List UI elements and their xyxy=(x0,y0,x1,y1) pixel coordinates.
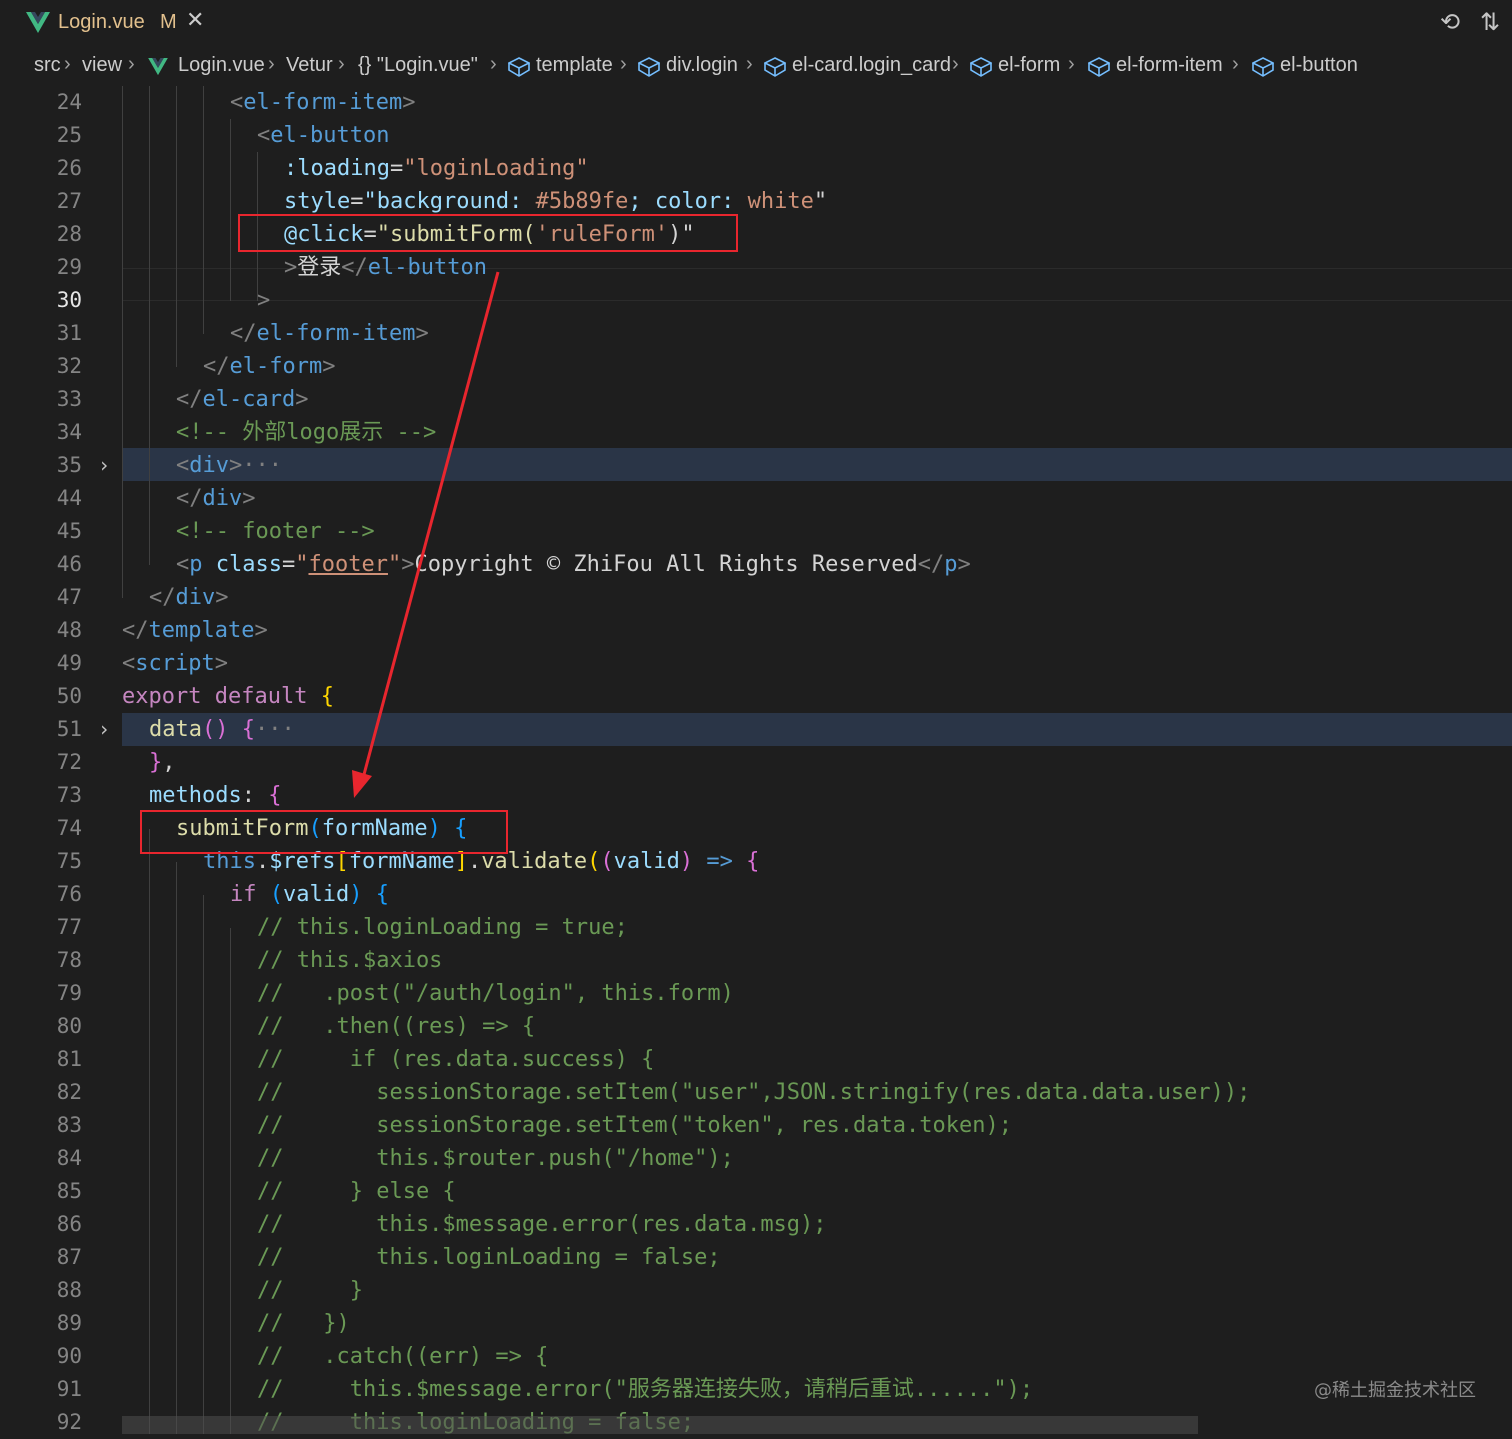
element-cube-icon xyxy=(1252,57,1274,77)
breadcrumb-vetur[interactable]: Vetur xyxy=(286,54,333,77)
breadcrumb-el-card[interactable]: el-card.login_card xyxy=(792,54,951,77)
code-editor[interactable]: 24 25 26 27 28 29 30 31 32 33 34 35 44 45 46 47 48 49 50 51… xyxy=(0,86,1512,1435)
horizontal-scrollbar[interactable] xyxy=(122,1416,1198,1434)
breadcrumb-template[interactable]: template xyxy=(536,54,613,77)
annotation-arrow xyxy=(352,271,500,798)
element-cube-icon xyxy=(1088,57,1110,77)
breadcrumb-el-button[interactable]: el-button xyxy=(1280,54,1358,77)
breadcrumb-file[interactable]: Login.vue xyxy=(178,54,265,77)
element-cube-icon xyxy=(970,57,992,77)
vue-icon xyxy=(26,12,50,33)
breadcrumb: src › view › Login.vue › Vetur › {} "Log… xyxy=(0,48,1512,86)
breadcrumb-src[interactable]: src xyxy=(34,54,61,77)
element-cube-icon xyxy=(638,57,660,77)
chevron-right-icon: › xyxy=(338,53,345,75)
chevron-right-icon: › xyxy=(1068,53,1075,75)
chevron-right-icon: › xyxy=(1232,53,1239,75)
close-icon[interactable]: ✕ xyxy=(186,8,204,33)
chevron-right-icon: › xyxy=(490,53,497,75)
breadcrumb-module[interactable]: {} "Login.vue" xyxy=(358,54,478,77)
tab-login-vue[interactable]: Login.vue M ✕ xyxy=(12,0,208,48)
modified-indicator: M xyxy=(160,11,177,33)
element-cube-icon xyxy=(764,57,786,77)
vue-icon xyxy=(148,58,168,76)
chevron-right-icon: › xyxy=(64,53,71,75)
breadcrumb-div-login[interactable]: div.login xyxy=(666,54,738,77)
tab-title: Login.vue xyxy=(58,11,145,33)
watermark: @稀土掘金技术社区 xyxy=(1314,1380,1476,1401)
chevron-right-icon: › xyxy=(952,53,959,75)
breadcrumb-el-form[interactable]: el-form xyxy=(998,54,1060,77)
compare-changes-icon[interactable]: ⇅ xyxy=(1480,8,1500,36)
breadcrumb-view[interactable]: view xyxy=(82,54,122,77)
chevron-right-icon: › xyxy=(268,53,275,75)
timeline-icon[interactable]: ⟲ xyxy=(1440,8,1460,36)
tab-bar: Login.vue M ✕ ⟲ ⇅ xyxy=(0,0,1512,48)
breadcrumb-el-form-item[interactable]: el-form-item xyxy=(1116,54,1223,77)
element-cube-icon xyxy=(508,57,530,77)
chevron-right-icon: › xyxy=(620,53,627,75)
chevron-right-icon: › xyxy=(128,53,135,75)
chevron-right-icon: › xyxy=(746,53,753,75)
